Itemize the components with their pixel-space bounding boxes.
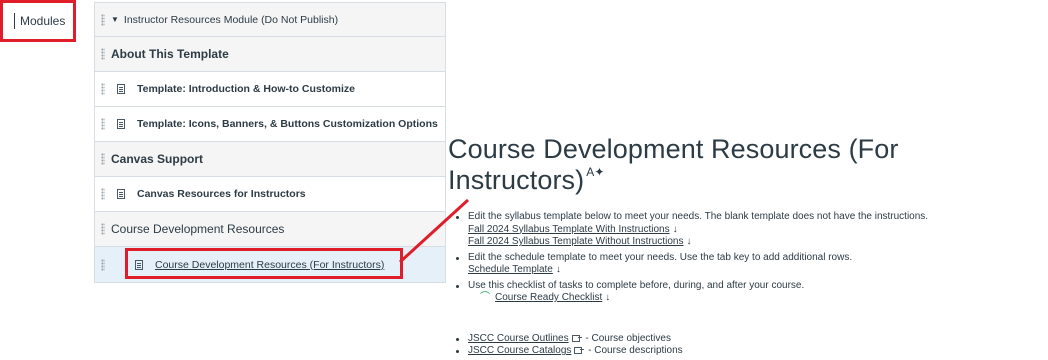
course-catalogs-link[interactable]: JSCC Course Catalogs bbox=[468, 345, 571, 356]
module-header-about[interactable]: About This Template bbox=[94, 37, 446, 72]
module-header-course-dev[interactable]: Course Development Resources bbox=[94, 212, 446, 247]
page-icon bbox=[135, 259, 143, 270]
drag-handle-icon[interactable] bbox=[101, 258, 105, 271]
list-item: Edit the schedule template to meet your … bbox=[446, 252, 1046, 277]
download-icon[interactable]: ↓ bbox=[605, 292, 610, 303]
bullet-text: - Course descriptions bbox=[588, 345, 683, 356]
collapse-triangle-icon[interactable]: ▼ bbox=[111, 15, 119, 24]
page-content: Course Development Resources (For Instru… bbox=[446, 110, 1046, 358]
module-list: ▼ Instructor Resources Module (Do Not Pu… bbox=[94, 2, 446, 283]
page-icon bbox=[117, 84, 125, 94]
nav-active-indicator bbox=[14, 13, 15, 29]
drag-handle-icon[interactable] bbox=[101, 118, 105, 130]
list-item: Edit the syllabus template below to meet… bbox=[446, 211, 1046, 249]
bullet-text: - Course objectives bbox=[585, 332, 671, 344]
list-item: JSCC Course Outlines - Course objectives bbox=[446, 333, 1046, 346]
check-icon: ⌒ bbox=[480, 292, 490, 303]
bullet-text: Edit the syllabus template below to meet… bbox=[468, 211, 929, 222]
item-highlight-box bbox=[125, 248, 403, 279]
syllabus-without-link[interactable]: Fall 2024 Syllabus Template Without Inst… bbox=[468, 236, 683, 247]
external-link-icon bbox=[574, 347, 585, 354]
download-icon[interactable]: ↓ bbox=[673, 224, 678, 235]
syllabus-with-link[interactable]: Fall 2024 Syllabus Template With Instruc… bbox=[468, 224, 670, 235]
ai-sparkle-icon[interactable]: A✦ bbox=[586, 165, 604, 179]
module-header-instructor[interactable]: ▼ Instructor Resources Module (Do Not Pu… bbox=[94, 2, 446, 37]
page-icon bbox=[117, 119, 125, 129]
drag-handle-icon[interactable] bbox=[101, 188, 105, 200]
schedule-template-link[interactable]: Schedule Template bbox=[468, 264, 553, 275]
module-title: About This Template bbox=[111, 47, 229, 61]
page-icon bbox=[117, 189, 125, 199]
module-title: Instructor Resources Module (Do Not Publ… bbox=[123, 13, 339, 26]
page-title-text: Course Development Resources (For Instru… bbox=[448, 134, 899, 195]
drag-handle-icon[interactable] bbox=[101, 13, 105, 26]
drag-handle-icon[interactable] bbox=[101, 153, 105, 165]
modules-nav-link[interactable]: Modules bbox=[20, 14, 65, 28]
module-item-intro[interactable]: Template: Introduction & How-to Customiz… bbox=[94, 72, 446, 107]
drag-handle-icon[interactable] bbox=[101, 48, 105, 60]
list-item: Use this checklist of tasks to complete … bbox=[446, 280, 1046, 305]
module-item-label[interactable]: Canvas Resources for Instructors bbox=[137, 188, 306, 200]
module-item-canvas-resources[interactable]: Canvas Resources for Instructors bbox=[94, 177, 446, 212]
external-link-icon bbox=[571, 334, 582, 342]
resource-list: Edit the syllabus template below to meet… bbox=[446, 211, 1046, 305]
bullet-text: Use this checklist of tasks to complete … bbox=[468, 279, 805, 291]
bullet-text: Edit the schedule template to meet your … bbox=[468, 251, 853, 263]
page-title: Course Development Resources (For Instru… bbox=[448, 134, 1046, 196]
module-header-canvas[interactable]: Canvas Support bbox=[94, 142, 446, 177]
module-item-icons[interactable]: Template: Icons, Banners, & Buttons Cust… bbox=[94, 107, 446, 142]
drag-handle-icon[interactable] bbox=[101, 83, 105, 95]
module-title: Canvas Support bbox=[111, 152, 204, 166]
list-item: JSCC Course Catalogs - Course descriptio… bbox=[446, 345, 1046, 358]
download-icon[interactable]: ↓ bbox=[556, 264, 561, 275]
external-list: JSCC Course Outlines - Course objectives… bbox=[446, 333, 1046, 358]
module-item-label[interactable]: Template: Introduction & How-to Customiz… bbox=[137, 83, 355, 95]
course-outlines-link[interactable]: JSCC Course Outlines bbox=[468, 333, 569, 344]
module-title: Course Development Resources bbox=[111, 222, 285, 236]
drag-handle-icon[interactable] bbox=[101, 223, 105, 235]
module-item-course-dev[interactable]: Course Development Resources (For Instru… bbox=[94, 247, 446, 283]
modules-nav-highlight[interactable]: Modules bbox=[0, 0, 76, 42]
download-icon[interactable]: ↓ bbox=[686, 236, 691, 247]
checklist-link[interactable]: Course Ready Checklist bbox=[495, 292, 602, 303]
module-item-label[interactable]: Template: Icons, Banners, & Buttons Cust… bbox=[137, 118, 438, 130]
